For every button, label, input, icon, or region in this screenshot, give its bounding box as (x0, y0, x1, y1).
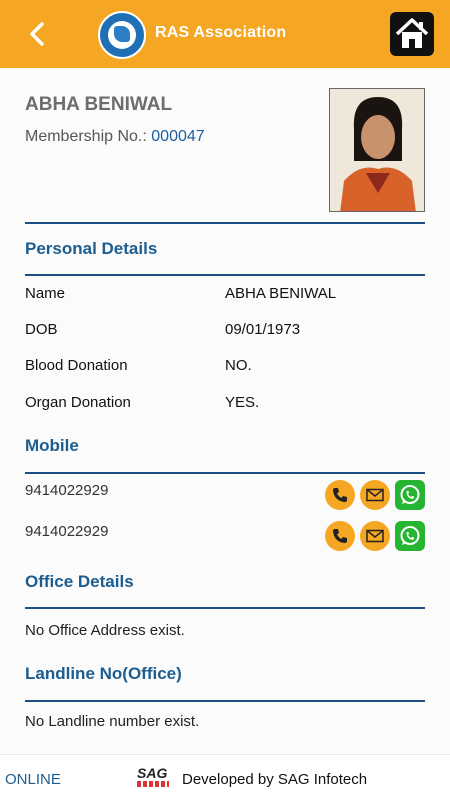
personal-details-title: Personal Details (25, 239, 158, 258)
divider (25, 607, 425, 609)
connection-status: ONLINE (5, 771, 61, 788)
app-header: RAS Association (0, 0, 450, 68)
app-footer: ONLINE SAG Developed by SAG Infotech (0, 754, 450, 800)
email-button[interactable] (360, 480, 390, 510)
dob-label: DOB (25, 321, 58, 338)
organ-donation-label: Organ Donation (25, 394, 131, 411)
blood-donation-value: NO. (225, 357, 252, 374)
developer-credit: Developed by SAG Infotech (182, 771, 368, 788)
membership-label: Membership No.: (25, 128, 147, 145)
home-icon (395, 18, 429, 48)
call-button[interactable] (325, 521, 355, 551)
sag-logo: SAG (137, 765, 173, 793)
association-logo (98, 11, 146, 59)
organ-donation-value: YES. (225, 394, 260, 411)
landline-message: No Landline number exist. (25, 713, 200, 730)
mobile-title: Mobile (25, 436, 79, 455)
sag-logo-text: SAG (137, 765, 168, 781)
phone-icon (333, 529, 347, 543)
app-title: RAS Association (155, 24, 287, 41)
divider (25, 274, 425, 276)
phone-icon (333, 488, 347, 502)
member-detail-content: ABHA BENIWAL Membership No.: 000047 Pers… (0, 68, 450, 754)
divider (25, 472, 425, 474)
back-button[interactable] (22, 18, 54, 50)
office-address-message: No Office Address exist. (25, 622, 185, 639)
whatsapp-icon (400, 526, 420, 545)
blood-donation-label: Blood Donation (25, 357, 128, 374)
email-icon (366, 488, 384, 502)
dob-value: 09/01/1973 (225, 321, 301, 338)
divider (25, 700, 425, 702)
member-photo (329, 88, 425, 212)
whatsapp-button[interactable] (395, 521, 425, 551)
name-value: ABHA BENIWAL (225, 285, 337, 302)
call-button[interactable] (325, 480, 355, 510)
landline-title: Landline No(Office) (25, 664, 182, 683)
chevron-left-icon (30, 22, 44, 46)
divider (25, 222, 425, 224)
member-name: ABHA BENIWAL (25, 94, 173, 115)
home-button[interactable] (390, 12, 434, 56)
office-details-title: Office Details (25, 572, 134, 591)
whatsapp-button[interactable] (395, 480, 425, 510)
membership-number: 000047 (151, 128, 205, 145)
membership-line: Membership No.: 000047 (25, 128, 205, 146)
email-icon (366, 529, 384, 543)
mobile-number: 9414022929 (25, 482, 109, 499)
email-button[interactable] (360, 521, 390, 551)
name-label: Name (25, 285, 66, 302)
whatsapp-icon (400, 485, 420, 504)
mobile-number: 9414022929 (25, 523, 109, 540)
